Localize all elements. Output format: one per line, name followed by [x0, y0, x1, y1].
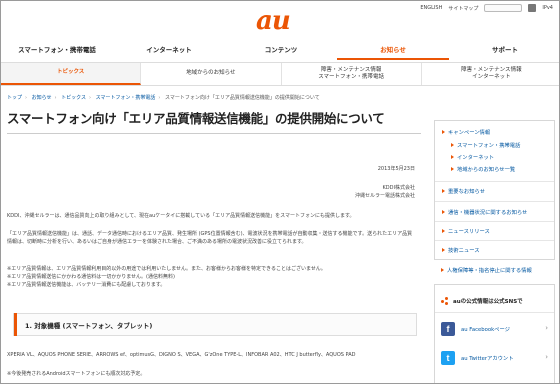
section-heading: 1. 対象機種 (スマートフォン、タブレット)	[13, 313, 417, 336]
article-paragraph: KDDI、沖縄セルラーは、通信品質向上の取り組みとして、現在auケータイに搭載し…	[7, 213, 355, 219]
sns-heading: auの公式情報は公式SNSで	[441, 297, 523, 305]
section-accent-bar	[14, 313, 17, 336]
gnav-news[interactable]: お知らせ	[337, 41, 449, 60]
sns-heading-text: auの公式情報は公式SNSで	[453, 299, 523, 305]
sub-nav: トピックス 地域からのお知らせ 障害・メンテナンス情報 スマートフォン・携帯電話…	[1, 62, 559, 86]
breadcrumb-current: スマートフォン向け「エリア品質情報送信機能」の提供開始について	[165, 95, 320, 101]
arrow-icon	[451, 143, 454, 147]
search-input[interactable]	[484, 4, 523, 12]
company-name: 沖縄セルラー電話株式会社	[354, 193, 415, 199]
share-icon	[441, 297, 449, 305]
chevron-right-icon: ›	[545, 353, 548, 361]
arrow-icon	[442, 210, 445, 214]
arrow-icon	[441, 268, 444, 272]
divider	[435, 240, 554, 241]
sidebar-label: インターネット	[457, 155, 495, 161]
sidebar-item-status[interactable]: 通信・機器状況に関するお知らせ	[442, 208, 527, 216]
article-notes: ※エリア品質情報は、エリア品質情報利用目的以外の用途では利用いたしません。また、…	[7, 266, 326, 288]
facebook-icon: f	[441, 322, 455, 336]
twitter-icon: t	[441, 351, 455, 365]
sidebar-label: キャンペーン情報	[448, 130, 491, 136]
browser-page: ENGLISH サイトマップ IPv4 au スマートフォン・携帯電話 インター…	[0, 0, 560, 384]
sidebar-item-mobile[interactable]: スマートフォン・携帯電話	[451, 141, 520, 149]
sidebar-label: ニュースリリース	[448, 229, 490, 235]
sidebar-label: 地域からのお知らせ一覧	[457, 167, 516, 173]
arrow-icon	[451, 167, 454, 171]
gnav-contents[interactable]: コンテンツ	[225, 41, 337, 60]
section-title: 1. 対象機種 (スマートフォン、タブレット)	[25, 321, 153, 330]
arrow-icon	[442, 130, 445, 134]
search-icon[interactable]	[528, 4, 537, 12]
article-note: ※今後発売されるAndroidスマートフォンにも順次対応予定。	[7, 371, 146, 377]
sidebar-label: 技術ニュース	[448, 248, 480, 254]
utility-links: ENGLISH サイトマップ IPv4	[420, 4, 553, 12]
sidebar-item-internet[interactable]: インターネット	[451, 153, 494, 161]
twitter-label: au Twitterアカウント	[461, 356, 514, 362]
arrow-icon	[442, 189, 445, 193]
global-nav: スマートフォン・携帯電話 インターネット コンテンツ お知らせ サポート	[1, 41, 559, 60]
breadcrumb-item[interactable]: スマートフォン・携帯電話	[96, 95, 156, 101]
sitemap-link[interactable]: サイトマップ	[448, 5, 478, 12]
sidebar-item-important[interactable]: 重要なお知らせ	[442, 187, 485, 195]
sidebar-label: 人権保障等・指名停止に関する情報	[447, 268, 532, 274]
sidebar-label: 重要なお知らせ	[448, 189, 485, 195]
arrow-icon	[451, 155, 454, 159]
gnav-internet[interactable]: インターネット	[113, 41, 225, 60]
facebook-link[interactable]: f au Facebookページ	[441, 322, 510, 336]
facebook-label: au Facebookページ	[461, 327, 510, 333]
sidebar-item-news-release[interactable]: ニュースリリース	[442, 227, 490, 235]
arrow-icon	[442, 229, 445, 233]
english-link[interactable]: ENGLISH	[420, 5, 442, 11]
sidebar-label: スマートフォン・携帯電話	[457, 143, 521, 149]
divider	[435, 312, 554, 313]
tab-regional[interactable]: 地域からのお知らせ	[141, 63, 282, 85]
breadcrumb-item[interactable]: トップ	[7, 95, 22, 101]
sidebar-item-regional[interactable]: 地域からのお知らせ一覧	[451, 165, 515, 173]
breadcrumb: トップ › お知らせ › トピックス › スマートフォン・携帯電話 › スマートフォン向…	[7, 95, 320, 101]
twitter-link[interactable]: t au Twitterアカウント	[441, 351, 514, 365]
divider	[435, 201, 554, 202]
sidebar-item-tech-news[interactable]: 技術ニュース	[442, 246, 480, 254]
divider	[435, 181, 554, 182]
page-title: スマートフォン向け「エリア品質情報送信機能」の提供開始について	[7, 108, 421, 134]
sidebar: キャンペーン情報 スマートフォン・携帯電話 インターネット 地域からのお知らせ一…	[434, 120, 555, 260]
tab-maintenance-mobile[interactable]: 障害・メンテナンス情報 スマートフォン・携帯電話	[282, 63, 422, 85]
sidebar-label: 通信・機器状況に関するお知らせ	[448, 210, 528, 216]
tab-maintenance-internet[interactable]: 障害・メンテナンス情報 インターネット	[422, 63, 559, 85]
sidebar-item-procurement[interactable]: 人権保障等・指名停止に関する情報	[441, 266, 532, 274]
ipv4-badge: IPv4	[542, 5, 553, 11]
breadcrumb-item[interactable]: お知らせ	[32, 95, 52, 101]
chevron-right-icon: ›	[545, 324, 548, 332]
gnav-support[interactable]: サポート	[449, 41, 559, 60]
article: スマートフォン向け「エリア品質情報送信機能」の提供開始について 2013年5月2…	[7, 108, 421, 383]
breadcrumb-item[interactable]: トピックス	[61, 95, 86, 101]
article-date: 2013年5月23日	[377, 166, 415, 172]
gnav-mobile[interactable]: スマートフォン・携帯電話	[1, 41, 113, 60]
divider	[435, 221, 554, 222]
tab-topics[interactable]: トピックス	[1, 63, 142, 85]
model-list: XPERIA VL、AQUOS PHONE SERIE、ARROWS ef、op…	[7, 352, 356, 358]
au-logo[interactable]: au	[256, 6, 291, 36]
company-name: KDDI株式会社	[382, 185, 415, 191]
sidebar-item-campaign[interactable]: キャンペーン情報	[442, 128, 490, 136]
article-paragraph: 「エリア品質情報送信機能」は、通話、データ通信時におけるエリア品質、発生場所 (…	[7, 231, 413, 245]
arrow-icon	[442, 248, 445, 252]
sns-panel: auの公式情報は公式SNSで f au Facebookページ › t au T…	[434, 284, 555, 383]
